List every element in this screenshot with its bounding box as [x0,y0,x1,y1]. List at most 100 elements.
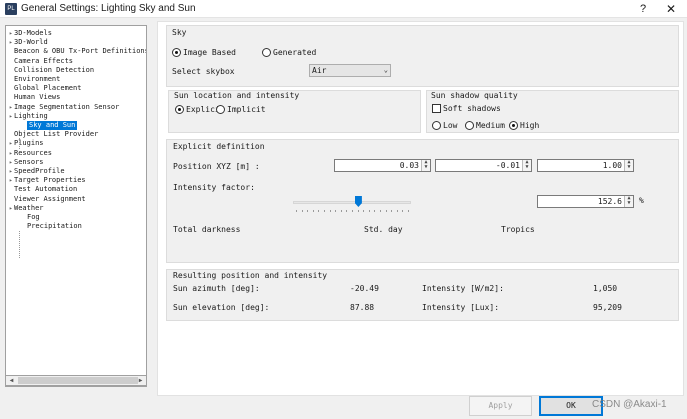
tree-item-label: Camera Effects [14,56,74,65]
tree-item[interactable]: Object List Provider [9,130,98,139]
tree-item-label: Lighting [14,111,48,120]
tree-item-label: Image Segmentation Sensor [14,102,120,111]
spin-updown-icon[interactable]: ▲ ▼ [624,160,633,171]
scroll-left-arrow-icon[interactable]: ◀ [6,376,17,385]
slider-tick [374,210,376,212]
slider-tick [385,210,387,212]
soft-shadows-label[interactable]: Soft shadows [443,104,501,113]
intensity-wm2-label: Intensity [W/m2]: [422,284,504,293]
position-x-value: 0.03 [399,161,419,170]
tree-item[interactable]: ▸SpeedProfile [9,167,65,176]
spin-updown-icon[interactable]: ▲ ▼ [624,196,633,207]
scroll-right-arrow-icon[interactable]: ▶ [135,376,146,385]
tree-item[interactable]: Sky and Sun [27,121,78,130]
sun-elevation-label: Sun elevation [deg]: [173,303,270,312]
slider-tick [396,210,398,212]
generated-radio[interactable] [262,48,271,57]
select-skybox-label: Select skybox [172,67,235,76]
tree-item-label: Precipitation [27,222,82,231]
tree-item-label: Weather [14,203,44,212]
slider-tick [318,210,320,212]
explicit-definition-title: Explicit definition [173,142,265,151]
tree-item[interactable]: Camera Effects [9,57,73,66]
intensity-lux-value: 95,209 [593,303,622,312]
tree-item-label: Test Automation [14,185,78,194]
high-label[interactable]: High [520,121,539,130]
tree-item[interactable]: ▸Target Properties [9,176,86,185]
image-based-label[interactable]: Image Based [183,48,236,57]
tree-item[interactable]: ▸3D-World [9,38,48,47]
position-y-input[interactable]: -0.01 ▲ ▼ [435,159,532,172]
slider-tick [402,210,404,212]
slider-tick [307,210,309,212]
intensity-value: 152.6 [597,197,622,206]
help-button[interactable]: ? [635,1,651,17]
tree-item[interactable]: ▸3D-Models [9,29,52,38]
position-z-input[interactable]: 1.00 ▲ ▼ [537,159,634,172]
tree-item[interactable]: Global Placement [9,84,81,93]
slider-tick [324,210,325,212]
generated-label[interactable]: Generated [273,48,316,57]
tree-item[interactable]: Test Automation [9,185,77,194]
intensity-slider-thumb[interactable] [354,196,362,207]
intensity-wm2-value: 1,050 [593,284,618,293]
position-z-value: 1.00 [602,161,622,170]
medium-label[interactable]: Medium [476,121,505,130]
tree-item[interactable]: ▸Weather [9,204,44,213]
intensity-unit: % [639,196,644,205]
sky-group: Sky Image Based Generated Select skybox … [166,25,679,87]
tree-horizontal-scrollbar[interactable]: ◀ ▶ [5,375,147,386]
total-darkness-label: Total darkness [173,225,241,234]
tree-item-label: Sky and Sun [29,121,76,129]
implicit-label[interactable]: Implicit [227,105,266,114]
tree-item[interactable]: Collision Detection [9,66,94,75]
sun-elevation-value: 87.88 [350,303,375,312]
intensity-slider-track[interactable] [293,201,411,204]
tree-item[interactable]: ▸Sensors [9,158,44,167]
slider-tick [296,210,297,212]
intensity-lux-label: Intensity [Lux]: [422,303,500,312]
intensity-input[interactable]: 152.6 ▲ ▼ [537,195,634,208]
low-label[interactable]: Low [443,121,457,130]
skybox-select[interactable]: Air ⌄ [309,64,391,77]
tree-item[interactable]: ▸Resources [9,149,52,158]
tree-item[interactable]: Viewer Assignment [9,195,86,204]
title-bar: PL General Settings: Lighting Sky and Su… [0,0,687,18]
image-based-radio[interactable] [172,48,181,57]
explicit-radio[interactable] [175,105,184,114]
tree-item-label: 3D-Models [14,29,52,37]
slider-tick [335,210,337,212]
tree-item[interactable]: Precipitation [27,222,82,231]
slider-tick [380,210,381,212]
tree-item[interactable]: Environment [9,75,60,84]
tree-item[interactable]: ▸Plugins [9,139,44,148]
soft-shadows-checkbox[interactable] [432,104,441,113]
apply-button[interactable]: Apply [469,396,532,416]
close-button[interactable]: ✕ [663,1,679,17]
position-x-input[interactable]: 0.03 ▲ ▼ [334,159,431,172]
position-y-value: -0.01 [495,161,520,170]
high-radio[interactable] [509,121,518,130]
app-icon: PL [5,3,17,15]
tree-item-label: Environment [14,75,61,83]
tree-item[interactable]: Fog [27,213,40,222]
spin-updown-icon[interactable]: ▲ ▼ [421,160,430,171]
implicit-radio[interactable] [216,105,225,114]
tree-item[interactable]: ▸Lighting [9,112,48,121]
tree-item[interactable]: Beacon & OBU Tx-Port Definitions [9,47,146,56]
explicit-label[interactable]: Explici [186,105,220,114]
slider-tick [357,210,359,212]
settings-tree[interactable]: ▸3D-Models ▸3D-World Beacon & OBU Tx-Port … [5,25,147,387]
tree-item-label: 3D-World [14,38,48,47]
tree-item[interactable]: Human Views [9,93,60,102]
scroll-thumb[interactable] [18,377,138,384]
slider-tick [352,210,353,212]
tree-item-label: Object List Provider [14,130,99,139]
tree-item[interactable]: ▸Image Segmentation Sensor [9,103,119,112]
low-radio[interactable] [432,121,441,130]
spin-updown-icon[interactable]: ▲ ▼ [522,160,531,171]
medium-radio[interactable] [465,121,474,130]
tree-item-label: Viewer Assignment [14,194,86,203]
chevron-down-icon: ⌄ [383,66,388,74]
tropics-label: Tropics [501,225,535,234]
